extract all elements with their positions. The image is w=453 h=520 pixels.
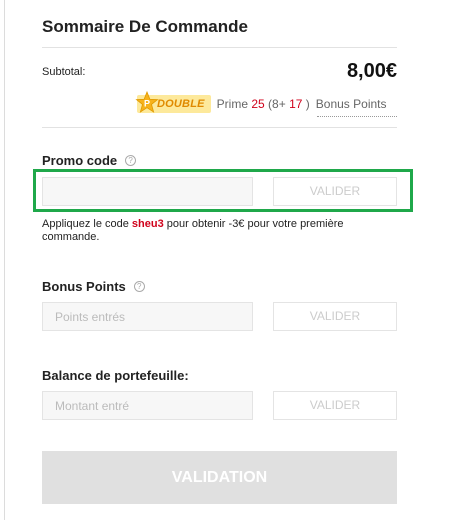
- points-row: P DOUBLE Prime 25 (8+ 17 ) Bonus Points: [135, 91, 387, 115]
- highlight-box: [33, 169, 413, 212]
- bonus-validate-button[interactable]: VALIDER: [273, 302, 397, 331]
- divider-mid: [42, 127, 397, 128]
- validation-button[interactable]: VALIDATION: [42, 451, 397, 504]
- wallet-balance-label: Balance de portefeuille:: [42, 368, 189, 383]
- star-p-icon: P: [135, 91, 159, 113]
- bonus-value: 17: [289, 97, 303, 111]
- promo-note-code: sheu3: [131, 218, 164, 230]
- order-summary-panel: Sommaire De Commande Subtotal: 8,00€ P D…: [0, 0, 453, 520]
- left-divider: [4, 0, 5, 520]
- bonus-points-link[interactable]: Bonus Points: [316, 97, 387, 111]
- divider-top: [42, 47, 397, 48]
- dotted-divider: [317, 116, 397, 117]
- promo-note-before: Appliquez le code: [42, 218, 129, 230]
- bonus-open: (8+: [268, 97, 286, 111]
- bonus-close: ): [305, 97, 310, 111]
- double-badge-text: DOUBLE: [157, 98, 205, 110]
- subtotal-label: Subtotal:: [42, 66, 86, 78]
- bonus-points-label-text: Bonus Points: [42, 279, 126, 294]
- promo-code-label: Promo code ?: [42, 153, 137, 168]
- promo-code-label-text: Promo code: [42, 153, 118, 168]
- wallet-amount-input[interactable]: [42, 391, 253, 420]
- prime-label: Prime: [216, 97, 248, 111]
- svg-text:P: P: [144, 99, 150, 109]
- summary-title: Sommaire De Commande: [42, 17, 248, 36]
- wallet-balance-label-text: Balance de portefeuille:: [42, 368, 189, 383]
- question-circle-icon[interactable]: ?: [133, 281, 145, 292]
- prime-value: 25: [251, 97, 265, 111]
- bonus-points-input[interactable]: [42, 302, 253, 331]
- promo-note: Appliquez le code sheu3 pour obtenir -3€…: [42, 218, 397, 244]
- subtotal-value: 8,00€: [346, 60, 397, 82]
- question-circle-icon[interactable]: ?: [125, 155, 137, 166]
- wallet-validate-button[interactable]: VALIDER: [273, 391, 397, 420]
- bonus-points-label: Bonus Points ?: [42, 279, 145, 294]
- double-points-badge: P DOUBLE: [135, 91, 211, 113]
